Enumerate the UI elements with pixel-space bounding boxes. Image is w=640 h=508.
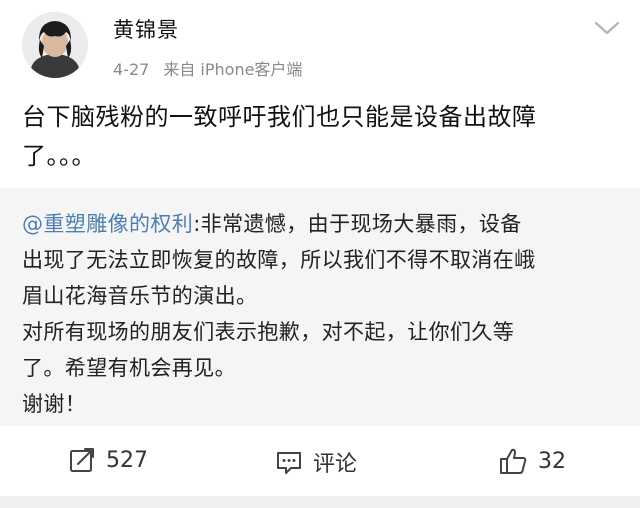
chevron-down-icon[interactable] (592, 16, 622, 40)
username[interactable]: 黄锦景 (113, 14, 179, 44)
source-prefix: 来自 (163, 60, 196, 79)
like-count: 32 (538, 448, 566, 474)
repost-line: @重塑雕像的权利:非常遗憾，由于现场大暴雨，设备 (22, 206, 622, 242)
repost-icon (68, 446, 96, 474)
bottom-divider (0, 496, 640, 508)
repost-count: 527 (106, 447, 148, 473)
repost-line: 出现了无法立即恢复的故障，所以我们不得不取消在峨 (22, 248, 536, 272)
comment-label: 评论 (313, 452, 358, 477)
post-meta: 4-27 来自 iPhone客户端 (113, 56, 302, 80)
repost-line: 了。希望有机会再见。 (22, 356, 236, 380)
source-device: iPhone客户端 (200, 60, 303, 79)
repost-line: 对所有现场的朋友们表示抱歉，对不起，让你们久等 (22, 320, 515, 344)
post-text: 台下脑残粉的一致呼吁我们也只能是设备出故障 了。。。 (22, 98, 622, 176)
avatar-image (22, 12, 88, 78)
thumbs-up-icon (498, 446, 528, 476)
post-date: 4-27 (113, 60, 150, 79)
repost-line: 谢谢！ (22, 392, 87, 416)
post-header: 黄锦景 4-27 来自 iPhone客户端 (0, 0, 640, 90)
mention-link[interactable]: @重塑雕像的权利 (22, 212, 193, 236)
action-bar: 527 评论 32 (0, 426, 640, 496)
comment-button[interactable]: 评论 (275, 446, 357, 478)
avatar[interactable] (22, 12, 88, 78)
repost-button[interactable]: 527 (68, 446, 148, 474)
post-text-line: 台下脑残粉的一致呼吁我们也只能是设备出故障 (22, 103, 537, 131)
repost-line: 眉山花海音乐节的演出。 (22, 284, 258, 308)
comment-icon (275, 448, 303, 476)
post-text-line: 了。。。 (22, 142, 96, 170)
repost-text: @重塑雕像的权利:非常遗憾，由于现场大暴雨，设备 出现了无法立即恢复的故障，所以… (22, 206, 622, 422)
repost-text-span: :非常遗憾，由于现场大暴雨，设备 (193, 212, 522, 236)
repost-card[interactable]: @重塑雕像的权利:非常遗憾，由于现场大暴雨，设备 出现了无法立即恢复的故障，所以… (0, 188, 640, 426)
like-button[interactable]: 32 (498, 446, 566, 476)
